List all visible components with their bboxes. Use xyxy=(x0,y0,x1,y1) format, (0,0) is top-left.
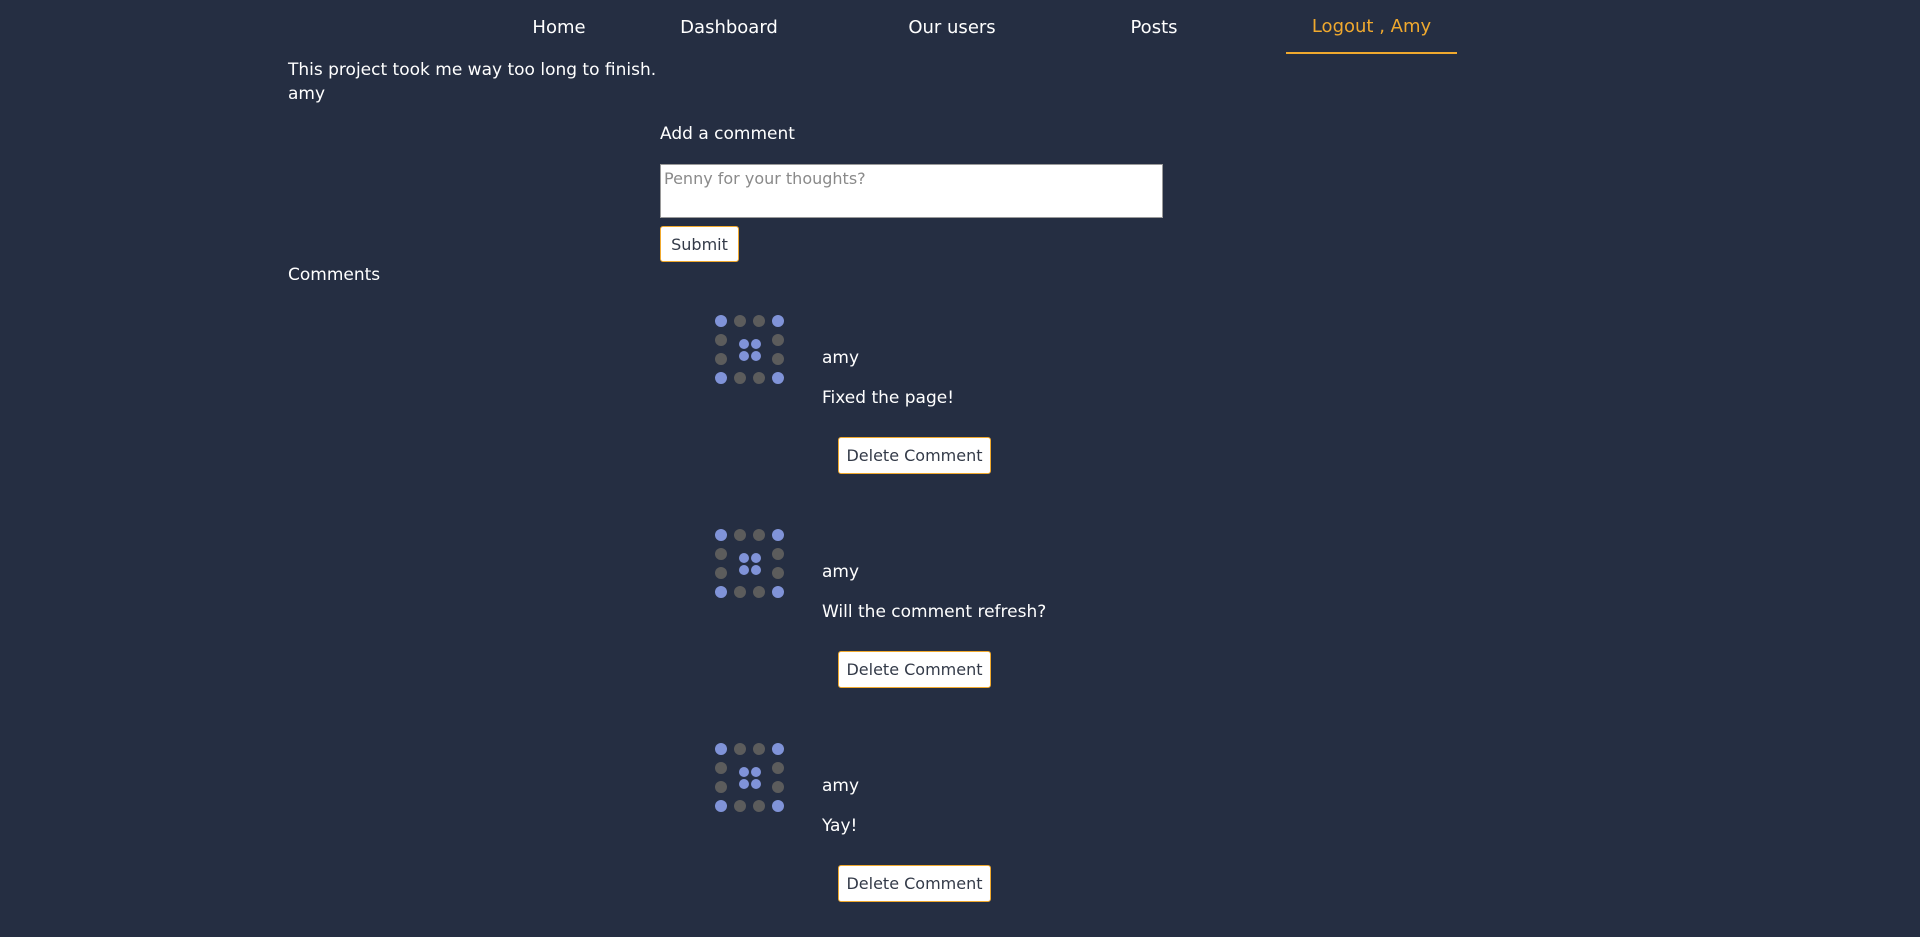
add-comment-label: Add a comment xyxy=(660,124,795,144)
submit-button[interactable]: Submit xyxy=(660,226,739,262)
nav-dashboard[interactable]: Dashboard xyxy=(664,0,794,54)
comment-author: amy xyxy=(822,348,860,368)
delete-comment-button[interactable]: Delete Comment xyxy=(838,437,991,474)
comment-item: amy Yay! Delete Comment xyxy=(700,742,1200,932)
comment-text: Will the comment refresh? xyxy=(822,602,1047,622)
comment-input[interactable] xyxy=(660,164,1163,218)
comment-text: Fixed the page! xyxy=(822,388,955,408)
identicon-dots-icon xyxy=(715,529,784,598)
nav-our-users[interactable]: Our users xyxy=(890,0,1014,54)
delete-comment-button[interactable]: Delete Comment xyxy=(838,865,991,902)
comments-heading: Comments xyxy=(288,265,381,285)
nav-logout[interactable]: Logout , Amy xyxy=(1286,0,1457,54)
comment-text: Yay! xyxy=(822,816,858,836)
nav-home[interactable]: Home xyxy=(480,0,638,54)
identicon-dots-icon xyxy=(715,743,784,812)
comment-item: amy Fixed the page! Delete Comment xyxy=(700,314,1200,504)
post-text: This project took me way too long to fin… xyxy=(288,60,657,80)
top-nav: Home Dashboard Our users Posts Logout , … xyxy=(0,0,1920,54)
post-author: amy xyxy=(288,84,326,104)
comment-item: amy Will the comment refresh? Delete Com… xyxy=(700,528,1200,718)
comment-author: amy xyxy=(822,776,860,796)
identicon-dots-icon xyxy=(715,315,784,384)
comment-author: amy xyxy=(822,562,860,582)
delete-comment-button[interactable]: Delete Comment xyxy=(838,651,991,688)
nav-posts[interactable]: Posts xyxy=(1116,0,1192,54)
